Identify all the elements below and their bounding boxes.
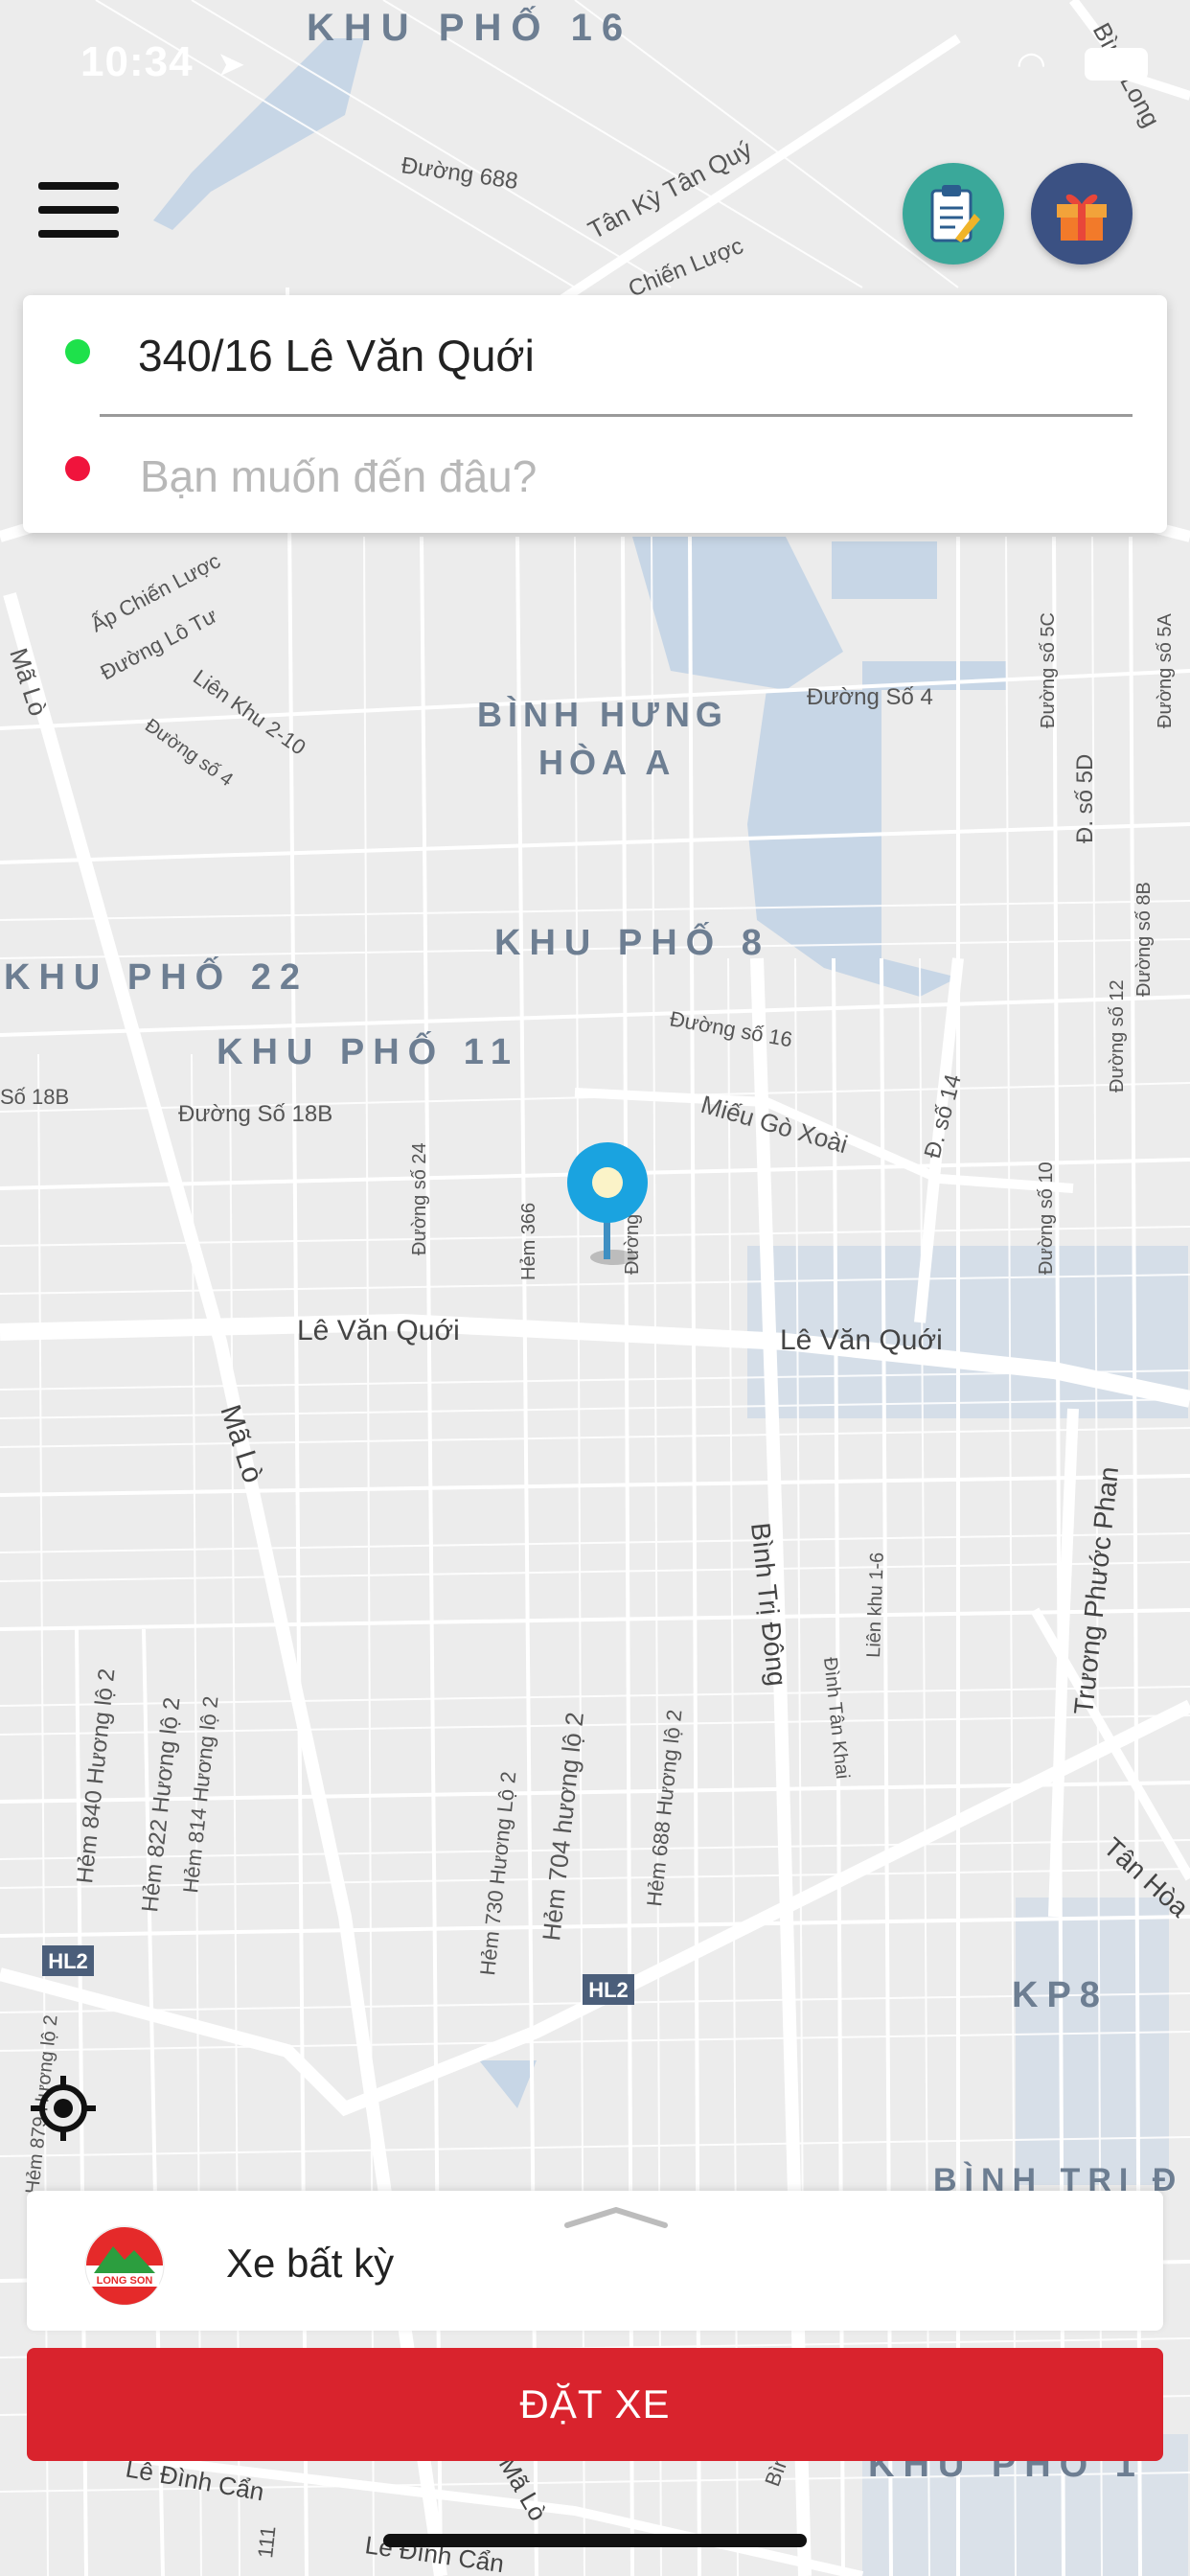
status-time: 10:34 bbox=[80, 38, 194, 85]
map-label: Đường số 5C bbox=[1038, 612, 1059, 728]
map-label: Lê Văn Quới bbox=[297, 1315, 460, 1346]
destination-dot-icon bbox=[65, 456, 90, 481]
battery-icon bbox=[1085, 48, 1148, 80]
map-label: Đường số 10 bbox=[1036, 1162, 1057, 1275]
pickup-dot-icon bbox=[65, 339, 90, 364]
vehicle-selector[interactable]: LONG SON Xe bất kỳ bbox=[27, 2191, 1163, 2331]
map-label: HÒA A bbox=[538, 742, 675, 782]
route-search-card: 340/16 Lê Văn Quới bbox=[23, 295, 1167, 533]
book-ride-button[interactable]: ĐẶT XE bbox=[27, 2348, 1163, 2461]
hamburger-menu-icon[interactable] bbox=[38, 182, 119, 240]
history-button[interactable] bbox=[903, 163, 1004, 264]
map-label: KHU PHỐ 11 bbox=[217, 1029, 519, 1072]
map-label: Đường số 5A bbox=[1155, 612, 1176, 728]
map-label: Đường Số 18B bbox=[178, 1101, 332, 1127]
map-label: Số 18B bbox=[0, 1085, 69, 1109]
map-label: Hẻm 366 bbox=[518, 1203, 539, 1280]
road-shield-1: HL2 bbox=[42, 1945, 94, 1976]
map-label: Đường số 24 bbox=[409, 1142, 430, 1255]
chevron-up-icon[interactable] bbox=[563, 2204, 669, 2229]
crosshair-icon bbox=[31, 2076, 96, 2141]
location-services-icon: ➤ bbox=[217, 44, 246, 83]
destination-input[interactable] bbox=[138, 437, 1138, 516]
long-son-logo: LONG SON bbox=[84, 2225, 165, 2306]
map-label: Đường số 8B bbox=[1133, 882, 1155, 997]
map-label: Đường Số 4 bbox=[807, 684, 933, 710]
map-label: 111 bbox=[253, 2525, 280, 2560]
pickup-address[interactable]: 340/16 Lê Văn Quới bbox=[138, 330, 535, 381]
map-label: Liên khu 1-6 bbox=[863, 1552, 888, 1658]
svg-text:HL2: HL2 bbox=[588, 1978, 629, 2002]
vehicle-type-label: Xe bất kỳ bbox=[226, 2241, 395, 2286]
map-label: KP8 bbox=[1012, 1975, 1109, 2015]
svg-text:HL2: HL2 bbox=[48, 1949, 88, 1973]
gift-icon bbox=[1057, 194, 1107, 241]
home-indicator[interactable] bbox=[383, 2534, 807, 2547]
my-location-button[interactable] bbox=[29, 2074, 98, 2143]
clipboard-pencil-icon bbox=[930, 185, 980, 242]
status-bar: 10:34 ➤ ◠ bbox=[0, 34, 1190, 102]
map-label: KHU PHỐ 22 bbox=[4, 954, 309, 998]
map-label: BÌNH HƯNG bbox=[477, 695, 728, 734]
map-label: Đường số 12 bbox=[1107, 979, 1128, 1092]
wifi-icon: ◠ bbox=[1016, 44, 1046, 83]
svg-text:LONG SON: LONG SON bbox=[97, 2275, 153, 2287]
road-shield-2: HL2 bbox=[583, 1974, 634, 2005]
search-divider bbox=[100, 414, 1133, 417]
map-label: KHU PHỐ 8 bbox=[494, 920, 770, 963]
map-label: Lê Văn Quới bbox=[780, 1324, 943, 1356]
gift-button[interactable] bbox=[1031, 163, 1133, 264]
map-label: Đ. số 5D bbox=[1072, 754, 1098, 843]
